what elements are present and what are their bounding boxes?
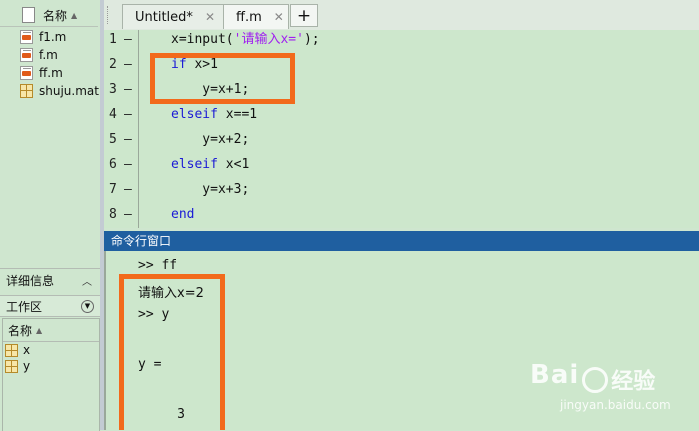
code-text: y=x+2; [171,127,249,152]
command-window-title: 命令行窗口 [111,234,172,248]
left-panel: 名称 ▲ f1.m f.m ff.m shuju.mat 详细信息 ︿ 工作区 ▼ 名… [0,0,104,431]
workspace-title-bar[interactable]: 工作区 ▼ [0,295,100,317]
code-token: x==1 [217,107,258,122]
details-label: 详细信息 [6,273,55,288]
code-text: elseif x<1 [171,152,249,177]
code-line[interactable]: 7 — y=x+3; [104,177,699,202]
name-column-label[interactable]: 名称 [43,7,67,24]
file-item[interactable]: ff.m [20,64,63,82]
m-file-icon [20,48,33,62]
code-line[interactable]: 8 — end [104,202,699,227]
file-name: f.m [39,48,58,62]
code-text: y=x+3; [171,177,249,202]
variable-list: xy [3,342,99,374]
code-text: elseif x==1 [171,102,257,127]
watermark: Bai 经验 [530,360,655,396]
code-line[interactable]: 4 — elseif x==1 [104,102,699,127]
code-line[interactable]: 5 — y=x+2; [104,127,699,152]
file-item[interactable]: shuju.mat [20,82,99,100]
watermark-brand: Bai [530,360,580,390]
tab-bar-grip[interactable] [107,6,118,24]
code-token: y=x+2; [171,132,250,147]
variable-row[interactable]: x [3,342,99,358]
line-number: 2 [109,57,117,72]
code-text: x=input('请输入x='); [171,27,320,52]
mat-file-icon [20,84,33,98]
file-name: shuju.mat [39,84,99,98]
line-number: 4 [109,107,117,122]
string-token: '请输入x=' [233,32,304,47]
expand-icon[interactable]: ︿ [82,273,92,288]
line-number: 6 [109,157,117,172]
command-output-line: >> ff [138,258,178,273]
m-file-icon [20,66,33,80]
code-text: end [171,202,194,227]
keyword-token: end [171,207,195,222]
code-token: y=x+3; [171,182,250,197]
sort-ascending-icon[interactable]: ▲ [36,326,42,335]
variable-icon [5,343,18,357]
variable-row[interactable]: y [3,358,99,374]
name-column-label[interactable]: 名称 [8,322,32,339]
breakpoint-marker[interactable]: — [124,202,132,227]
code-line[interactable]: 1 — x=input('请输入x='); [104,27,699,52]
highlight-box-output [119,274,225,430]
workspace-title: 工作区 [6,299,43,314]
paw-logo-icon [582,366,609,393]
file-item[interactable]: f.m [20,46,58,64]
document-icon [22,7,35,23]
code-token: ); [303,32,320,47]
breakpoint-marker[interactable]: — [124,27,132,52]
keyword-token: elseif [171,157,218,172]
workspace-header[interactable]: 名称 ▲ [3,319,99,342]
variable-name: x [23,343,31,357]
workspace-panel: 名称 ▲ xy [2,318,100,431]
m-file-icon [20,30,33,44]
close-icon[interactable]: ✕ [205,10,215,24]
tab-label: ff.m [236,9,262,25]
line-number: 7 [109,182,117,197]
tab-ff[interactable]: ff.m ✕ [223,4,289,29]
line-number: 3 [109,82,117,97]
sort-ascending-icon[interactable]: ▲ [71,11,77,20]
line-number: 5 [109,132,117,147]
details-section[interactable]: 详细信息 ︿ [0,268,100,291]
file-name: f1.m [39,30,67,44]
file-name: ff.m [39,66,63,80]
watermark-url: jingyan.baidu.com [560,398,671,412]
breakpoint-marker[interactable]: — [124,52,132,77]
tab-label: Untitled* [135,9,193,25]
watermark-brand-suffix: 经验 [611,369,656,395]
editor: Untitled* ✕ ff.m ✕ + 1 — x=input('请输入x=');… [104,0,699,228]
tab-untitled[interactable]: Untitled* ✕ [122,4,224,29]
code-line[interactable]: 6 — elseif x<1 [104,152,699,177]
variable-name: y [23,359,31,373]
file-list-header[interactable]: 名称 ▲ [0,4,98,27]
breakpoint-marker[interactable]: — [124,127,132,152]
add-tab-button[interactable]: + [290,4,318,27]
variable-icon [5,359,18,373]
command-window-title-bar[interactable]: 命令行窗口 [104,231,699,251]
code-token: x<1 [217,157,250,172]
keyword-token: elseif [171,107,218,122]
breakpoint-marker[interactable]: — [124,102,132,127]
close-icon[interactable]: ✕ [274,10,284,24]
file-item[interactable]: f1.m [20,28,66,46]
breakpoint-marker[interactable]: — [124,177,132,202]
line-number: 1 [109,32,117,47]
line-number: 8 [109,207,117,222]
code-token: x=input( [171,32,234,47]
highlight-box-code [150,53,295,104]
breakpoint-marker[interactable]: — [124,152,132,177]
workspace-menu-icon[interactable]: ▼ [81,299,94,313]
breakpoint-marker[interactable]: — [124,77,132,102]
